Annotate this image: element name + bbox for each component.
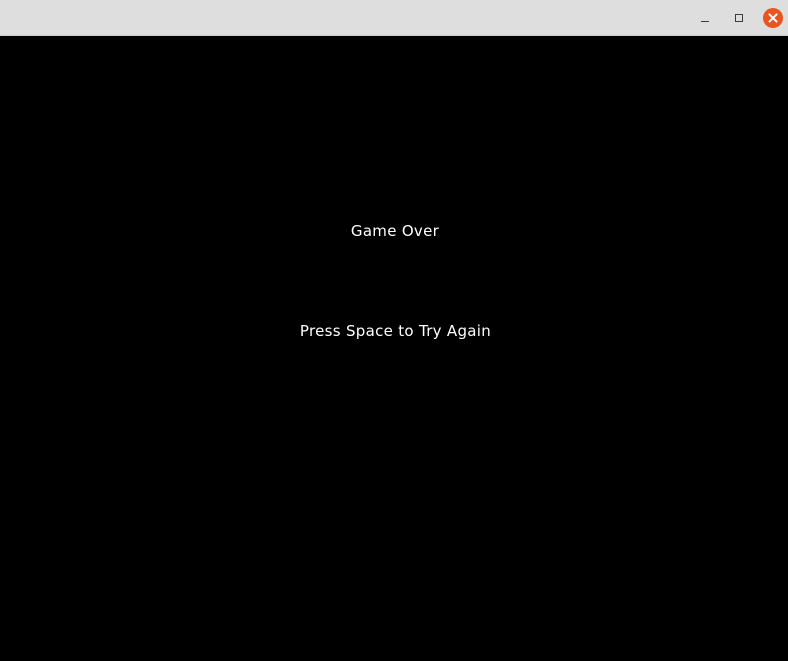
close-icon [768, 13, 778, 23]
app-window: Game Over Press Space to Try Again [0, 0, 788, 661]
game-canvas[interactable]: Game Over Press Space to Try Again [0, 37, 788, 661]
minimize-icon [701, 20, 709, 22]
maximize-icon [735, 14, 743, 22]
close-button[interactable] [763, 8, 783, 28]
minimize-button[interactable] [695, 8, 715, 28]
title-bar[interactable] [0, 0, 788, 36]
game-over-title: Game Over [350, 222, 440, 240]
try-again-prompt: Press Space to Try Again [299, 322, 492, 340]
maximize-button[interactable] [729, 8, 749, 28]
